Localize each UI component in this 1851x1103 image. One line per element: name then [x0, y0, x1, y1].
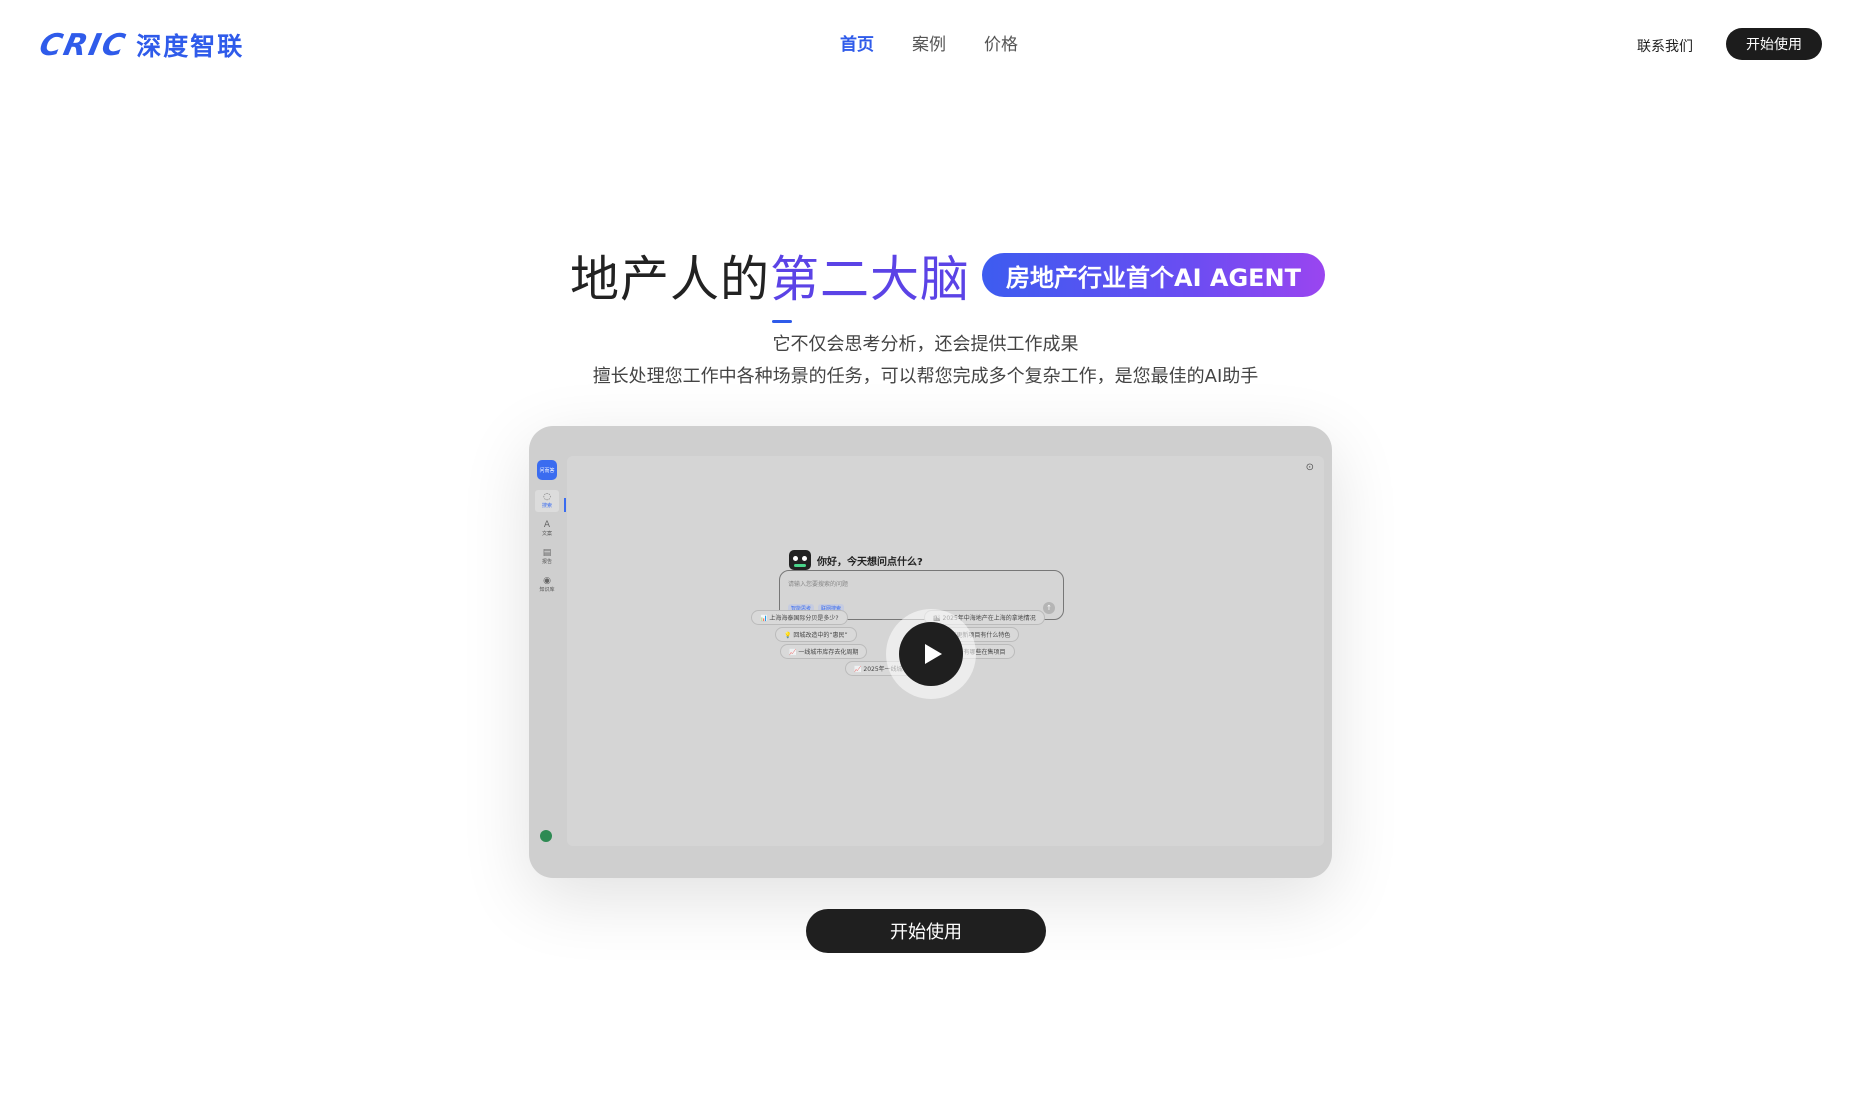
- knowledge-icon: ◉: [543, 576, 551, 586]
- hero-subtitle-1: 它不仅会思考分析，还会提供工作成果: [772, 334, 1079, 355]
- play-icon: [899, 622, 963, 686]
- doc-icon: A: [543, 520, 551, 530]
- hero-title: 地产人的 第二大脑 房地产行业首个AI AGENT: [570, 244, 1326, 323]
- avatar: [540, 830, 552, 842]
- hero-title-plain: 地产人的: [570, 250, 771, 308]
- robot-icon: [789, 550, 811, 570]
- suggestion-chip: 📈 一线城市库存去化周期: [780, 644, 868, 659]
- sidebar-item-search: ◌ 搜索: [535, 490, 559, 512]
- site-header: CRIC 深度智联 首页 案例 价格 联系我们 开始使用: [0, 0, 1851, 86]
- start-button[interactable]: 开始使用: [806, 909, 1046, 953]
- sidebar-item-label: 文案: [541, 531, 552, 537]
- logo-text: 深度智联: [136, 32, 245, 61]
- header-start-button[interactable]: 开始使用: [1726, 28, 1822, 60]
- hero-title-accent: 第二大脑: [770, 240, 970, 323]
- chat-icon: ◌: [543, 492, 551, 502]
- greeting-text: 你好，今天想问点什么?: [817, 557, 923, 568]
- send-icon: ↑: [1043, 602, 1055, 614]
- logo-mark: CRIC: [36, 27, 131, 63]
- nav-pricing[interactable]: 价格: [984, 30, 1018, 55]
- nav-home[interactable]: 首页: [840, 30, 874, 55]
- app-sidebar: 问而答 ◌ 搜索 A 文案 ▤ 报告 ◉ 知识库: [529, 426, 566, 878]
- sidebar-active-indicator: [564, 498, 566, 512]
- sidebar-item-knowledge: ◉ 知识库: [535, 574, 559, 596]
- suggestion-chip: 💡 回城改造中的“惠民”: [775, 627, 857, 642]
- nav-cases[interactable]: 案例: [912, 30, 946, 55]
- app-logo: 问而答: [537, 460, 557, 480]
- suggestion-chip: 📊 上海海泰国际分贝是多少?: [751, 610, 848, 625]
- hero-badge: 房地产行业首个AI AGENT: [982, 253, 1326, 297]
- play-button[interactable]: [886, 609, 976, 699]
- sidebar-item-report: ▤ 报告: [535, 546, 559, 568]
- main-nav: 首页 案例 价格: [840, 30, 1018, 55]
- brand-logo[interactable]: CRIC 深度智联: [36, 28, 245, 63]
- contact-us-link[interactable]: 联系我们: [1637, 36, 1693, 56]
- sidebar-item-label: 报告: [541, 559, 552, 565]
- hero-subtitle-2: 擅长处理您工作中各种场景的任务，可以帮您完成多个复杂工作，是您最佳的AI助手: [592, 366, 1259, 387]
- sidebar-item-label: 搜索: [541, 503, 552, 509]
- sidebar-item-copy: A 文案: [535, 518, 559, 540]
- report-icon: ▤: [542, 548, 552, 558]
- search-placeholder: 请输入您要搜索的问题: [788, 581, 849, 588]
- sidebar-item-label: 知识库: [539, 587, 555, 593]
- video-preview[interactable]: 问而答 ◌ 搜索 A 文案 ▤ 报告 ◉ 知识库 ⊙ 你好，今天想问点什么? 请…: [529, 426, 1332, 878]
- history-icon: ⊙: [1305, 462, 1314, 473]
